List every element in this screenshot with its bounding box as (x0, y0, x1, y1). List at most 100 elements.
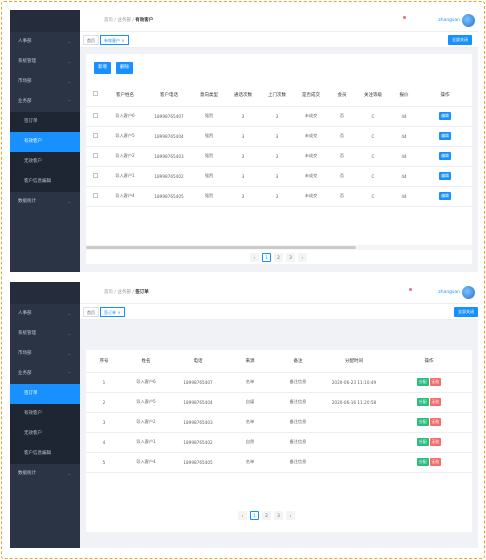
assign-button[interactable]: 分配 (416, 438, 429, 446)
invalid-button[interactable]: 无效 (429, 418, 442, 426)
page-number-button[interactable]: 2 (274, 253, 283, 262)
invalid-button[interactable]: 无效 (429, 398, 442, 406)
prev-page-button[interactable]: ‹ (250, 253, 259, 262)
sidebar-item[interactable]: 市场部 ⌄ (10, 344, 80, 364)
notification-dot-icon[interactable] (403, 16, 406, 19)
sidebar-item[interactable]: 系统管理 ⌄ (10, 52, 80, 72)
close-all-tags-button[interactable]: 全部关闭 (448, 35, 472, 45)
tag-sign-orders[interactable]: 签订单 × (100, 307, 125, 317)
assign-button[interactable]: 分配 (416, 378, 429, 386)
sidebar: 人事部 ⌄ 系统管理 ⌄ 市场部 ⌄ 业务部 ⌃ 签订单 有效客户 无效客户 客户信息编辑 数据统计 ⌄ (10, 282, 80, 548)
avatar[interactable] (462, 14, 475, 27)
sidebar-item[interactable]: 业务部 ⌃ (10, 364, 80, 384)
sidebar-item-label: 业务部 (18, 99, 32, 104)
chevron-icon: ⌄ (67, 471, 71, 476)
username[interactable]: zhangsan (438, 10, 460, 32)
table-cell: 导入客户6 (122, 372, 170, 393)
tag-valid-customers[interactable]: 有效客户 × (100, 35, 129, 45)
sidebar-item[interactable]: 数据统计 ⌄ (10, 464, 80, 484)
add-button[interactable]: 新增 (94, 62, 111, 74)
table-cell: 导入客户4 (122, 452, 170, 473)
sidebar-subitem[interactable]: 客户信息编辑 (10, 172, 80, 192)
row-checkbox[interactable] (92, 153, 98, 158)
sidebar-subitem[interactable]: 签订单 (10, 384, 80, 404)
next-page-button[interactable]: › (286, 511, 295, 520)
breadcrumb-home[interactable]: 首页 (104, 18, 113, 23)
table-cell: 18998765407 (146, 106, 192, 127)
invalid-button[interactable]: 无效 (429, 458, 442, 466)
page-number-button[interactable]: 2 (262, 511, 271, 520)
sidebar-logo-area (10, 282, 80, 304)
tag-home[interactable]: 首页 (83, 307, 99, 317)
sidebar-subitem[interactable]: 无效客户 (10, 152, 80, 172)
edit-button[interactable]: 编辑 (439, 192, 451, 200)
sidebar-subitem[interactable]: 客户信息编辑 (10, 444, 80, 464)
horizontal-scrollbar[interactable] (86, 245, 472, 250)
invalid-button[interactable]: 无效 (429, 378, 442, 386)
table-cell: 编辑 (418, 106, 472, 127)
page-number-button[interactable]: 1 (250, 511, 259, 520)
table-row: 导入客户6 18998765407 强烈 3 3 未成交否 C 44 编辑 (86, 106, 472, 127)
assign-button[interactable]: 分配 (416, 398, 429, 406)
scrollbar-thumb[interactable] (86, 246, 357, 249)
sidebar-item[interactable]: 人事部 ⌄ (10, 32, 80, 52)
table-row: 5 导入客户4 18998765405 名单 备注信息 分配 无效 (86, 452, 472, 473)
select-all-checkbox[interactable] (92, 91, 98, 97)
row-checkbox[interactable] (92, 193, 98, 198)
sidebar-subitem[interactable]: 签订单 (10, 112, 80, 132)
sidebar-item[interactable]: 人事部 ⌄ (10, 304, 80, 324)
chevron-icon: ⌄ (67, 351, 71, 356)
sidebar-item-label: 人事部 (18, 311, 32, 316)
sidebar-item[interactable]: 系统管理 ⌄ (10, 324, 80, 344)
chevron-icon: ⌄ (67, 59, 71, 64)
delete-button[interactable]: 删除 (116, 62, 133, 74)
breadcrumb-dept[interactable]: 业务部 (117, 290, 131, 295)
row-checkbox[interactable] (92, 173, 98, 178)
chevron-icon: ⌃ (67, 99, 71, 104)
sidebar-subitem[interactable]: 有效客户 (10, 404, 80, 424)
table-cell: 否 (328, 186, 356, 207)
sidebar-item[interactable]: 业务部 ⌃ (10, 92, 80, 112)
table-row: 导入客户5 18998765404 强烈 3 3 未成交否 C 44 编辑 (86, 126, 472, 147)
tag-home[interactable]: 首页 (83, 35, 99, 45)
sidebar-subitem[interactable]: 有效客户 (10, 132, 80, 152)
close-all-tags-button[interactable]: 全部关闭 (454, 307, 478, 317)
next-page-button[interactable]: › (298, 253, 307, 262)
invalid-button[interactable]: 无效 (429, 438, 442, 446)
panel-sign-orders: 人事部 ⌄ 系统管理 ⌄ 市场部 ⌄ 业务部 ⌃ 签订单 有效客户 无效客户 客户信息编辑 数据统计 ⌄ … (10, 282, 478, 548)
column-header: 来源 (226, 350, 274, 373)
table-cell: 44 (390, 146, 418, 167)
table-cell: 18998765403 (146, 146, 192, 167)
edit-button[interactable]: 编辑 (439, 152, 451, 160)
edit-button[interactable]: 编辑 (439, 132, 451, 140)
sidebar-subitem[interactable]: 无效客户 (10, 424, 80, 444)
sidebar-item[interactable]: 市场部 ⌄ (10, 72, 80, 92)
assign-button[interactable]: 分配 (416, 418, 429, 426)
column-header: 分配时间 (322, 350, 386, 373)
page-number-button[interactable]: 3 (274, 511, 283, 520)
breadcrumb-dept[interactable]: 业务部 (117, 18, 131, 23)
notification-dot-icon[interactable] (409, 288, 412, 291)
table-cell: 44 (390, 126, 418, 147)
tags-bar: 首页 签订单 × 全部关闭 (80, 304, 478, 320)
table-cell: 备注信息 (274, 432, 322, 453)
prev-page-button[interactable]: ‹ (238, 511, 247, 520)
page-number-button[interactable]: 1 (262, 253, 271, 262)
row-checkbox[interactable] (92, 113, 98, 118)
edit-button[interactable]: 编辑 (439, 112, 451, 120)
row-checkbox[interactable] (92, 133, 98, 138)
sidebar-item-label: 业务部 (18, 371, 32, 376)
sidebar: 人事部 ⌄ 系统管理 ⌄ 市场部 ⌄ 业务部 ⌃ 签订单 有效客户 无效客户 客户信息编辑 数据统计 ⌄ (10, 10, 80, 272)
avatar[interactable] (462, 286, 475, 299)
breadcrumb-home[interactable]: 首页 (104, 290, 113, 295)
table-cell: 编辑 (418, 146, 472, 167)
assign-button[interactable]: 分配 (416, 458, 429, 466)
sidebar-item[interactable]: 数据统计 ⌄ (10, 192, 80, 212)
table-cell: 18998765403 (170, 412, 226, 433)
page-number-button[interactable]: 3 (286, 253, 295, 262)
table-cell: 导入客户2 (122, 412, 170, 433)
edit-button[interactable]: 编辑 (439, 172, 451, 180)
username[interactable]: zhangsan (438, 282, 460, 304)
select-all-header[interactable] (86, 84, 104, 107)
actions-cell: 分配 无效 (386, 392, 472, 413)
